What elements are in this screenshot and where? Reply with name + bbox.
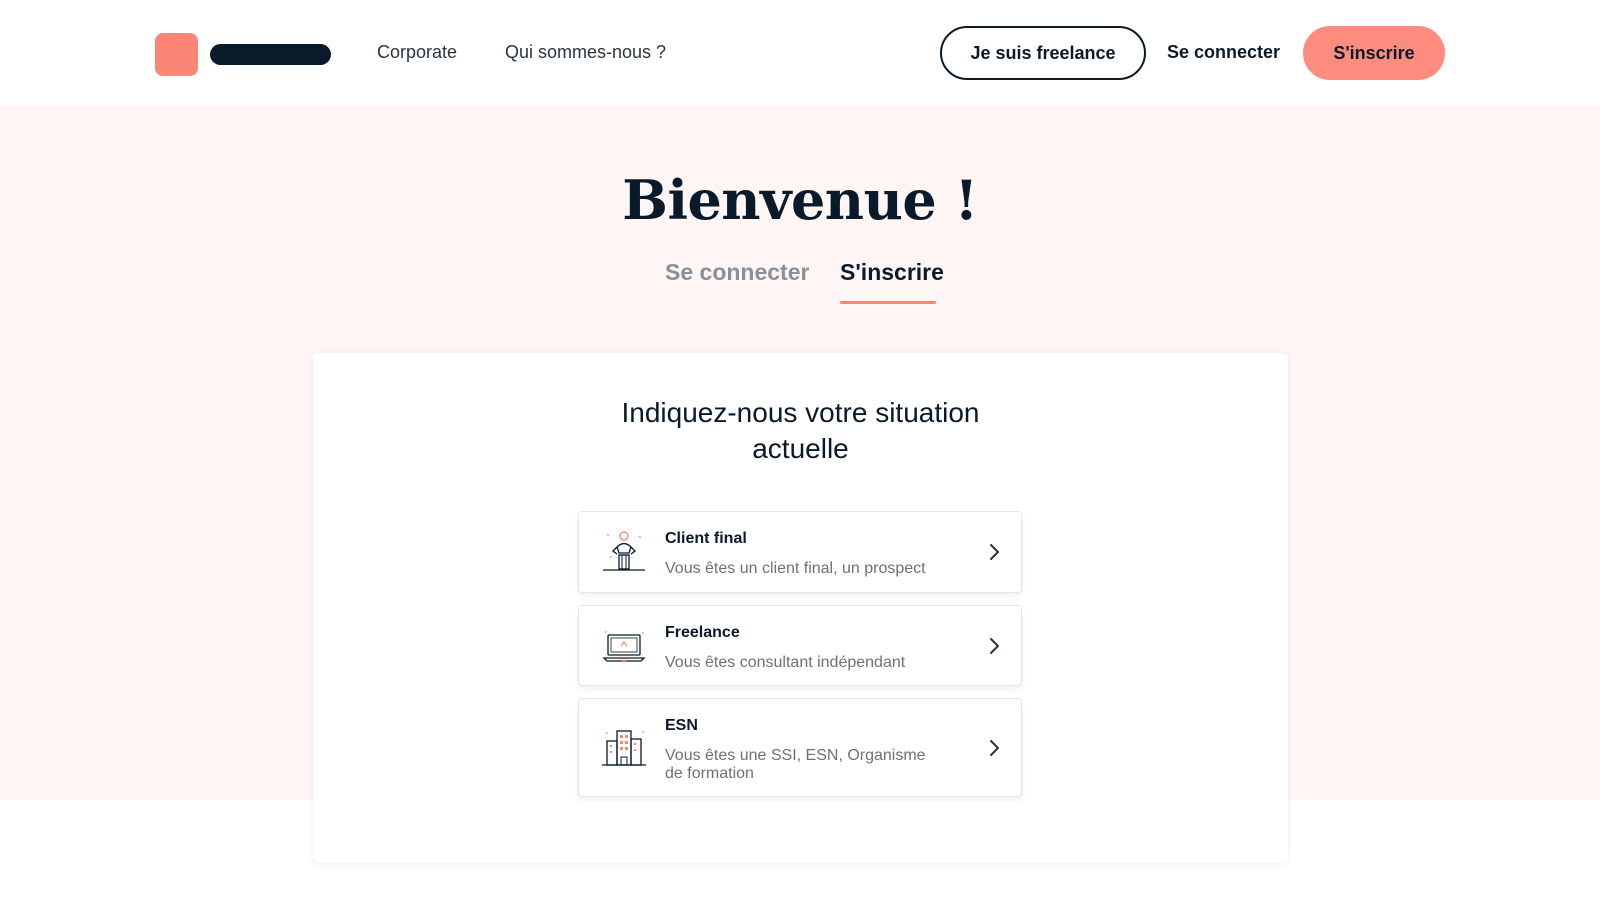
option-title: ESN	[665, 717, 698, 734]
active-tab-indicator	[840, 301, 936, 304]
option-esn[interactable]: ESN Vous êtes une SSI, ESN, Organisme de…	[578, 698, 1022, 797]
logo-wordmark[interactable]	[210, 44, 331, 65]
auth-tabs: Se connecter S'inscrire	[0, 255, 1600, 307]
freelance-button[interactable]: Je suis freelance	[940, 26, 1146, 80]
tab-login[interactable]: Se connecter	[665, 259, 809, 286]
chevron-right-icon	[990, 739, 999, 756]
option-description: Vous êtes une SSI, ESN, Organisme de for…	[665, 747, 926, 782]
nav-about-link[interactable]: Qui sommes-nous ?	[505, 42, 666, 63]
card-title-line1: Indiquez-nous votre situation	[621, 397, 980, 428]
header-signup-button[interactable]: S'inscrire	[1303, 26, 1445, 80]
option-title: Freelance	[665, 624, 740, 641]
option-freelance[interactable]: Freelance Vous êtes consultant indépenda…	[578, 605, 1022, 686]
option-client-final[interactable]: Client final Vous êtes un client final, …	[578, 511, 1022, 593]
situation-card: Indiquez-nous votre situation actuelle C…	[313, 353, 1288, 863]
option-title: Client final	[665, 530, 747, 547]
laptop-icon	[602, 630, 646, 662]
chevron-right-icon	[990, 637, 999, 654]
logo-mark[interactable]	[155, 33, 198, 76]
client-person-icon	[603, 531, 645, 571]
nav-corporate-link[interactable]: Corporate	[377, 42, 457, 63]
header-login-link[interactable]: Se connecter	[1167, 42, 1280, 63]
page-title: Bienvenue !	[622, 168, 978, 232]
site-header: Corporate Qui sommes-nous ? Je suis free…	[0, 0, 1600, 106]
option-description: Vous êtes consultant indépendant	[665, 654, 906, 671]
tab-signup[interactable]: S'inscrire	[840, 259, 944, 286]
card-title-line2: actuelle	[752, 433, 849, 464]
chevron-right-icon	[990, 544, 999, 560]
card-title: Indiquez-nous votre situation actuelle	[313, 395, 1288, 467]
option-description: Vous êtes un client final, un prospect	[665, 560, 926, 577]
building-icon	[602, 729, 646, 766]
